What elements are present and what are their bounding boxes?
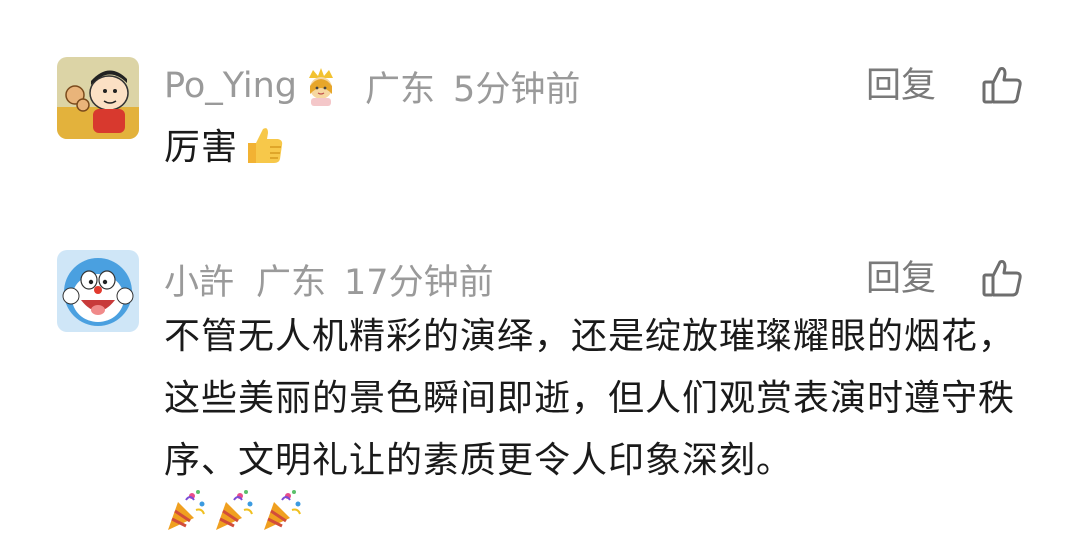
timestamp: 5分钟前 <box>453 69 581 110</box>
party-popper-icon <box>260 488 304 532</box>
location: 广东 <box>365 69 436 110</box>
avatar[interactable] <box>57 57 139 139</box>
reply-button[interactable]: 回复 <box>866 61 936 111</box>
thumbs-up-outline-icon[interactable] <box>980 256 1024 300</box>
comment-meta: 小許 广东 17分钟前 <box>164 254 494 304</box>
party-popper-icon <box>164 488 208 532</box>
reply-button[interactable]: 回复 <box>866 254 936 304</box>
comment-text: 厉害 <box>164 117 1024 179</box>
comment-text: 不管无人机精彩的演绎，还是绽放璀璨耀眼的烟花，这些美丽的景色瞬间即逝，但人们观赏… <box>164 316 1016 481</box>
timestamp: 17分钟前 <box>344 262 494 303</box>
avatar[interactable] <box>57 250 139 332</box>
party-popper-icon <box>212 488 256 532</box>
location: 广东 <box>256 262 327 303</box>
comment-meta: Po_Ying 广东 5分钟前 <box>164 61 580 111</box>
username[interactable]: Po_Ying <box>164 66 297 106</box>
username[interactable]: 小許 <box>164 254 234 305</box>
thumbs-up-outline-icon[interactable] <box>980 63 1024 107</box>
emoji-row <box>164 488 304 532</box>
thumbs-up-emoji <box>240 121 286 167</box>
princess-crown-icon <box>299 64 343 108</box>
